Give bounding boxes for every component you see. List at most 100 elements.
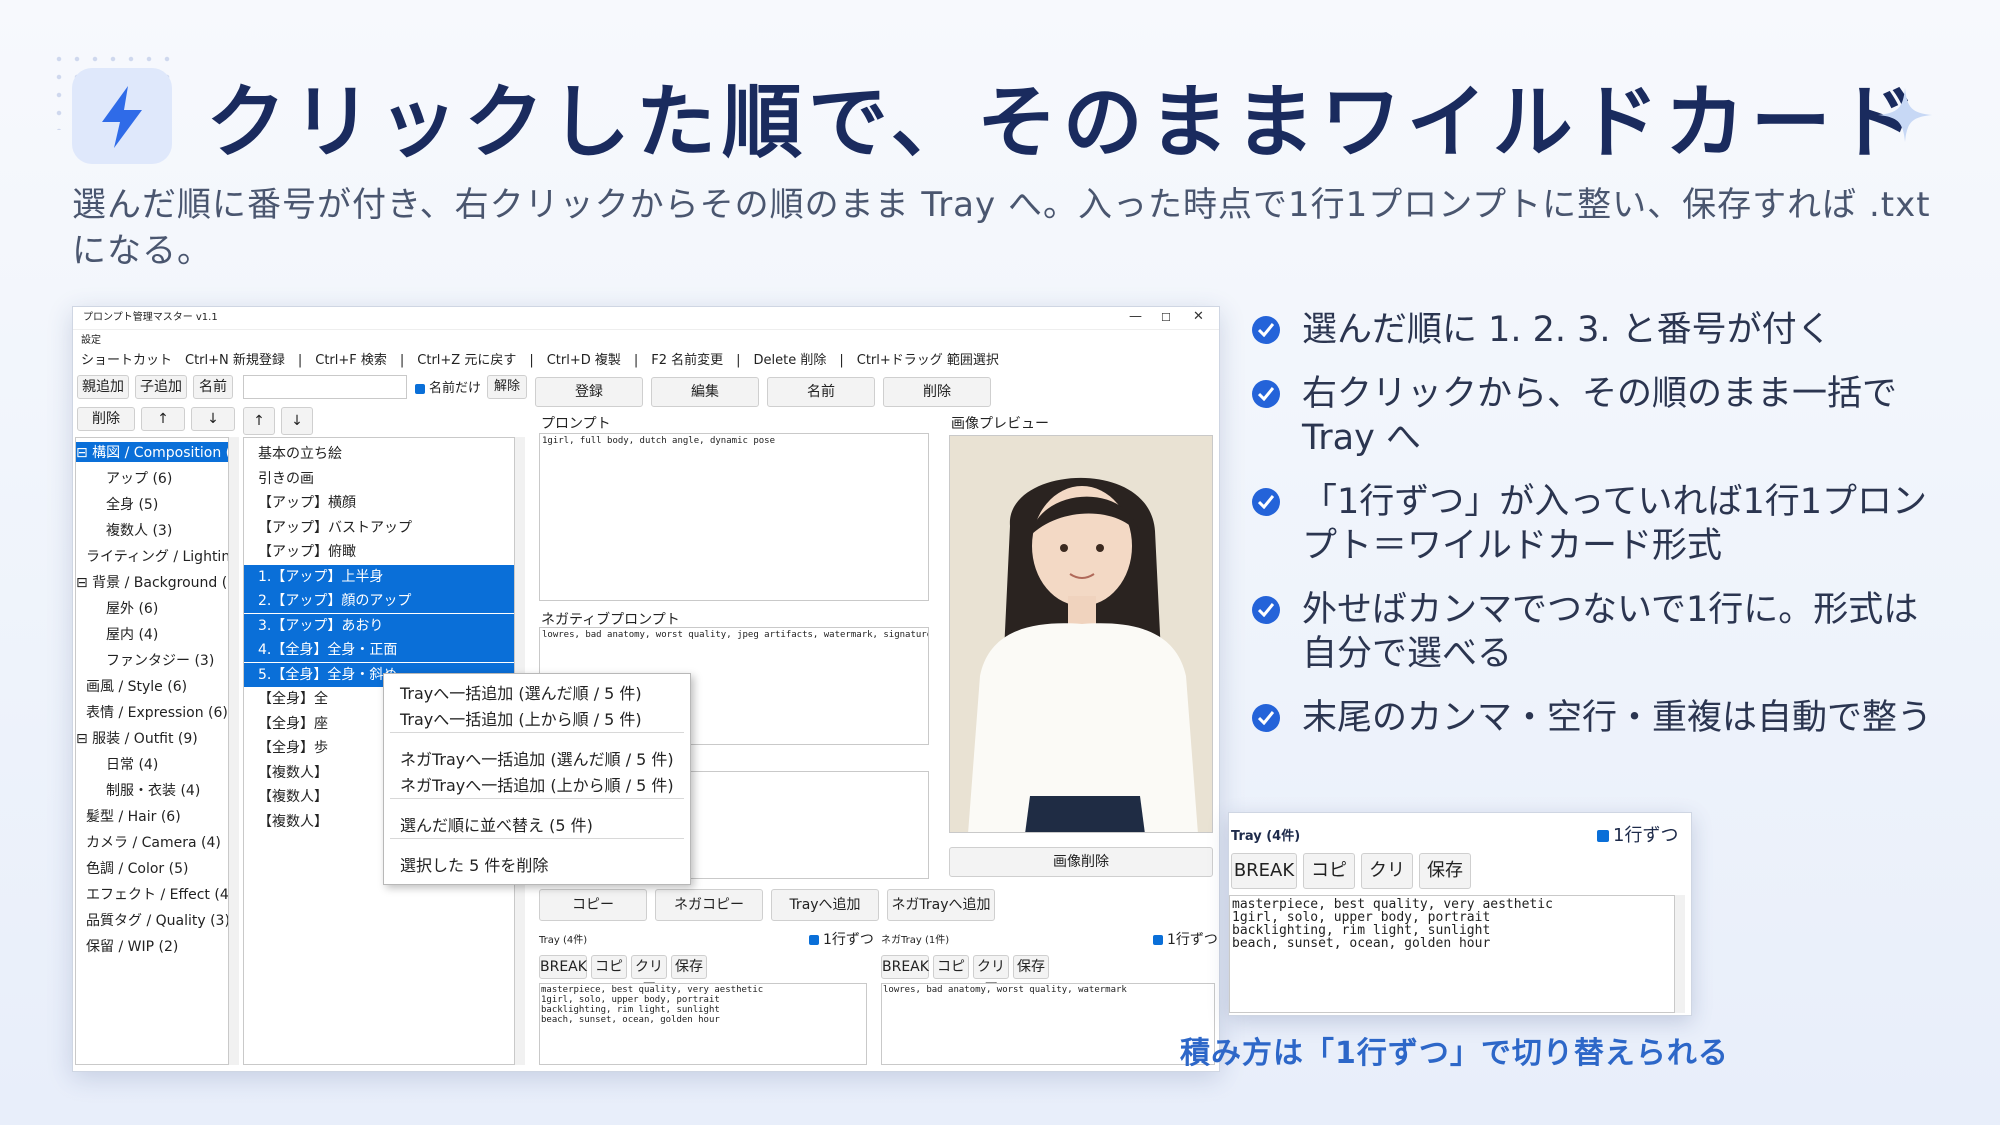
tray-save-button[interactable]: 保存 xyxy=(671,955,707,979)
ctx-tray-add-selected-order[interactable]: Trayへ一括追加 (選んだ順 / 5 件) xyxy=(400,680,642,704)
category-tree[interactable]: ⊟ 構図 / Composition ( アップ (6) 全身 (5) 複数人 (3)… xyxy=(75,437,229,1065)
tree-item[interactable]: 全身 (5) xyxy=(106,494,158,514)
list-item[interactable]: 【アップ】俯瞰 xyxy=(244,540,514,564)
zoom-tray-scrollbar[interactable] xyxy=(1675,895,1685,1013)
maximize-icon[interactable]: ☐ xyxy=(1161,311,1171,324)
list-item[interactable]: 2.【アップ】顔のアップ xyxy=(244,589,514,613)
prompt-textarea[interactable]: 1girl, full body, dutch angle, dynamic p… xyxy=(539,433,929,601)
add-to-neg-tray-button[interactable]: ネガTrayへ追加 xyxy=(887,889,995,921)
tree-item[interactable]: ファンタジー (3) xyxy=(106,650,214,670)
menu-settings[interactable]: 設定 xyxy=(81,331,101,346)
zoom-copy-button[interactable]: コピー xyxy=(1303,853,1355,915)
rename-category-button[interactable]: 名前 xyxy=(193,375,233,399)
tree-item[interactable]: ⊟ 服装 / Outfit (9) xyxy=(76,728,198,748)
ctx-neg-tray-add-selected-order[interactable]: ネガTrayへ一括追加 (選んだ順 / 5 件) xyxy=(400,746,674,770)
tree-item[interactable]: 表情 / Expression (6) xyxy=(86,702,228,722)
character-illustration xyxy=(950,436,1212,832)
neg-copy-button[interactable]: ネガコピー xyxy=(655,889,763,921)
tree-item[interactable]: 色調 / Color (5) xyxy=(86,858,188,878)
check-icon xyxy=(1252,488,1280,516)
ctx-tray-add-top-order[interactable]: Trayへ一括追加 (上から順 / 5 件) xyxy=(400,706,642,730)
zoom-break-button[interactable]: BREAK xyxy=(1231,853,1297,889)
tree-item[interactable]: ⊟ 構図 / Composition ( xyxy=(76,442,228,462)
neg-tray-copy-button[interactable]: コピー xyxy=(933,955,969,997)
close-icon[interactable]: ✕ xyxy=(1193,309,1204,324)
tree-item[interactable]: ライティング / Lighting xyxy=(86,546,228,566)
tree-item[interactable]: 保留 / WIP (2) xyxy=(86,936,178,956)
zoom-tray-textarea[interactable]: masterpiece, best quality, very aestheti… xyxy=(1229,895,1675,1013)
list-item[interactable]: 3.【アップ】あおり xyxy=(244,613,514,638)
zoom-clear-button[interactable]: クリア xyxy=(1361,853,1413,915)
tray-copy-button[interactable]: コピー xyxy=(591,955,627,997)
tray-break-button[interactable]: BREAK xyxy=(539,955,587,979)
list-item[interactable]: 1.【アップ】上半身 xyxy=(244,564,514,589)
zoom-one-line-checkbox[interactable]: 1行ずつ xyxy=(1597,821,1678,847)
tray-one-line-label: 1行ずつ xyxy=(823,932,874,948)
list-item[interactable]: 引きの画 xyxy=(244,467,514,491)
move-down-button[interactable]: ↓ xyxy=(191,407,235,431)
preview-label: 画像プレビュー xyxy=(951,416,1049,432)
tray-one-line-checkbox[interactable]: 1行ずつ xyxy=(809,929,874,949)
tray-textarea[interactable]: masterpiece, best quality, very aestheti… xyxy=(539,983,867,1065)
edit-button[interactable]: 編集 xyxy=(651,377,759,407)
context-menu: Trayへ一括追加 (選んだ順 / 5 件) Trayへ一括追加 (上から順 /… xyxy=(383,673,691,885)
tree-item[interactable]: アップ (6) xyxy=(106,468,172,488)
tray-clear-button[interactable]: クリア xyxy=(631,955,667,997)
tree-scrollbar[interactable] xyxy=(229,437,239,1065)
list-down-button[interactable]: ↓ xyxy=(281,407,313,435)
neg-tray-clear-button[interactable]: クリア xyxy=(973,955,1009,997)
tree-item[interactable]: 日常 (4) xyxy=(106,754,158,774)
neg-tray-break-button[interactable]: BREAK xyxy=(881,955,929,979)
delete-image-button[interactable]: 画像削除 xyxy=(949,847,1213,877)
tree-item[interactable]: 屋外 (6) xyxy=(106,598,158,618)
zoom-tray-label: Tray (4件) xyxy=(1231,829,1301,844)
minimize-icon[interactable]: — xyxy=(1129,309,1142,324)
tree-item[interactable]: エフェクト / Effect (4) xyxy=(86,884,228,904)
tree-item[interactable]: 品質タグ / Quality (3) xyxy=(86,910,228,930)
neg-tray-one-line-label: 1行ずつ xyxy=(1167,932,1218,948)
ctx-delete-selected[interactable]: 選択した 5 件を削除 xyxy=(400,852,548,876)
list-item[interactable]: 基本の立ち絵 xyxy=(244,442,514,466)
search-input[interactable] xyxy=(243,375,407,399)
list-item[interactable]: 【アップ】バストアップ xyxy=(244,516,514,540)
list-item[interactable]: 4.【全身】全身・正面 xyxy=(244,638,514,662)
bullet-text: 選んだ順に 1. 2. 3. と番号が付く xyxy=(1302,310,1832,350)
tree-item[interactable]: カメラ / Camera (4) xyxy=(86,832,221,852)
neg-tray-one-line-checkbox[interactable]: 1行ずつ xyxy=(1153,929,1218,949)
prompt-text: 1girl, full body, dutch angle, dynamic p… xyxy=(542,436,775,446)
register-button[interactable]: 登録 xyxy=(535,377,643,407)
tray-label: Tray (4件) xyxy=(539,935,588,946)
lightning-icon xyxy=(72,68,172,164)
tree-item[interactable]: 複数人 (3) xyxy=(106,520,172,540)
copy-button[interactable]: コピー xyxy=(539,889,647,921)
neg-tray-textarea[interactable]: lowres, bad anatomy, worst quality, wate… xyxy=(881,983,1215,1065)
check-icon xyxy=(1252,596,1280,624)
zoom-one-line-label: 1行ずつ xyxy=(1613,825,1679,846)
ctx-sort-selected-order[interactable]: 選んだ順に並べ替え (5 件) xyxy=(400,812,593,836)
bullet-text: 「1行ずつ」が入っていれば1行1プロンプト＝ワイルドカード形式 xyxy=(1302,482,1928,566)
add-parent-button[interactable]: 親追加 xyxy=(77,375,129,399)
ctx-neg-tray-add-top-order[interactable]: ネガTrayへ一括追加 (上から順 / 5 件) xyxy=(400,772,674,796)
move-up-button[interactable]: ↑ xyxy=(141,407,185,431)
list-up-button[interactable]: ↑ xyxy=(243,407,275,435)
add-to-tray-button[interactable]: Trayへ追加 xyxy=(771,889,879,921)
delete-category-button[interactable]: 削除 xyxy=(77,407,135,431)
zoom-save-button[interactable]: 保存 xyxy=(1419,853,1471,889)
neg-tray-save-button[interactable]: 保存 xyxy=(1013,955,1049,979)
window-title: プロンプト管理マスター v1.1 xyxy=(83,312,218,323)
tree-item[interactable]: 屋内 (4) xyxy=(106,624,158,644)
tree-item[interactable]: 髪型 / Hair (6) xyxy=(86,806,181,826)
tree-item[interactable]: ⊟ 背景 / Background (1 xyxy=(76,572,228,592)
tree-item[interactable]: 制服・衣装 (4) xyxy=(106,780,200,800)
tree-item[interactable]: 画風 / Style (6) xyxy=(86,676,187,696)
delete-button[interactable]: 削除 xyxy=(883,377,991,407)
list-item[interactable]: 【アップ】横顔 xyxy=(244,491,514,515)
add-child-button[interactable]: 子追加 xyxy=(135,375,187,399)
tray-text: masterpiece, best quality, very aestheti… xyxy=(541,985,764,1025)
clear-search-button[interactable]: 解除 xyxy=(487,375,527,399)
page-subtitle: 選んだ順に番号が付き、右クリックからその順のまま Tray へ。入った時点で1行… xyxy=(72,185,1931,271)
name-only-checkbox[interactable]: 名前だけ xyxy=(415,377,481,396)
rename-button[interactable]: 名前 xyxy=(767,377,875,407)
neg-tray-label: ネガTray (1件) xyxy=(881,935,950,946)
bullet-text: 末尾のカンマ・空行・重複は自動で整う xyxy=(1302,698,1933,738)
